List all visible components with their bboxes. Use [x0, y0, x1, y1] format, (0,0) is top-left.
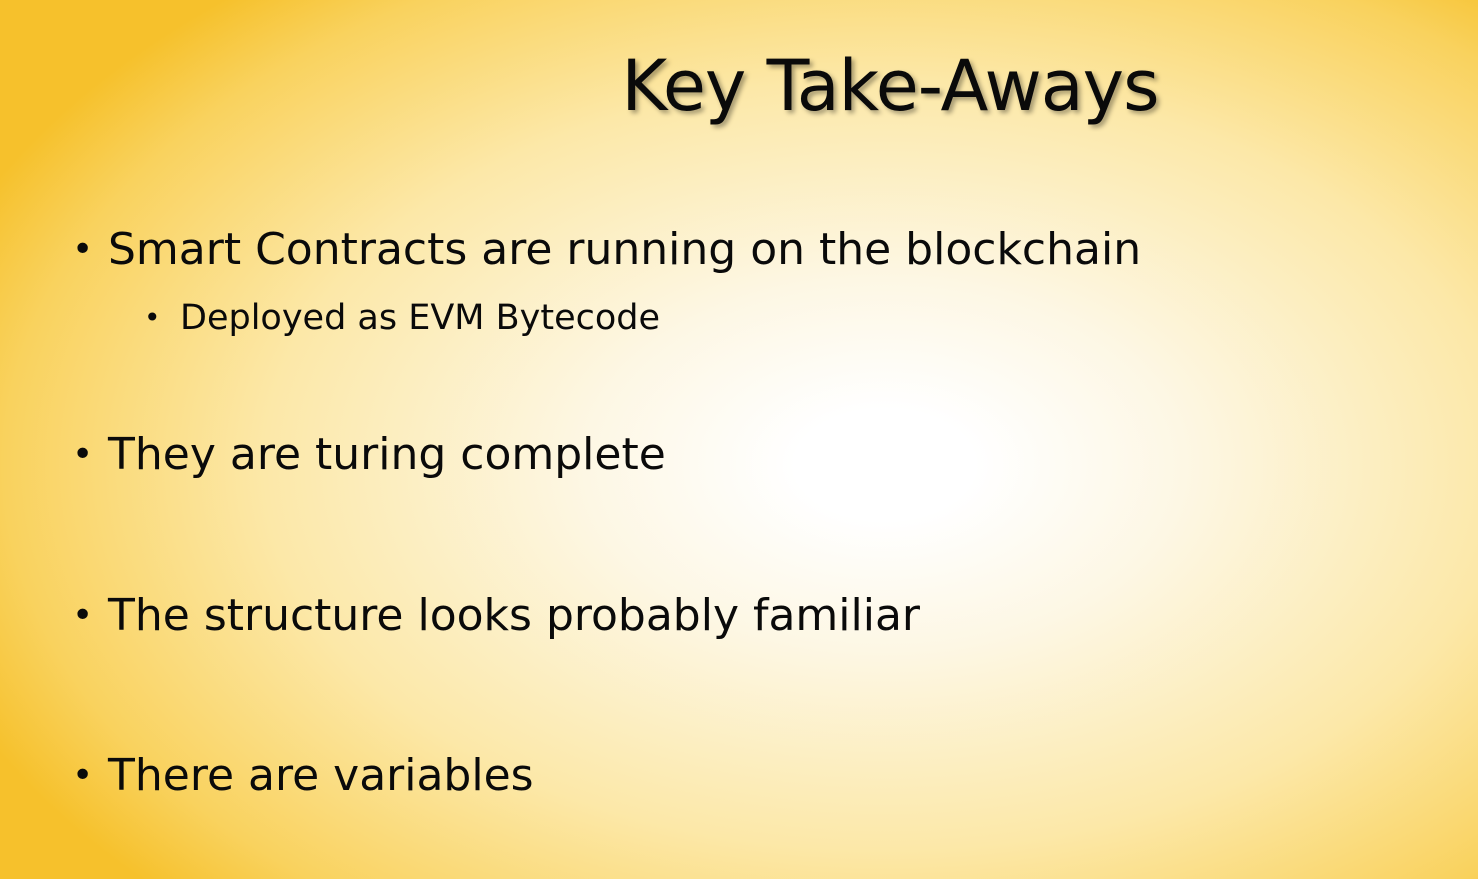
bullet-dot-icon: •: [72, 229, 94, 270]
slide-title: Key Take-Aways: [621, 45, 1159, 127]
bullet-dot-icon: •: [72, 755, 94, 796]
sub-bullet-dot-icon: •: [144, 301, 161, 334]
bullet-text: There are variables: [108, 750, 534, 801]
slide: Key Take-Aways • Smart Contracts are run…: [0, 0, 1478, 879]
bullet-text: They are turing complete: [108, 429, 666, 480]
bullet-dot-icon: •: [72, 595, 94, 636]
sub-bullet-item: • Deployed as EVM Bytecode: [144, 296, 660, 340]
bullet-item: • They are turing complete: [72, 427, 666, 483]
bullet-item: • There are variables: [72, 748, 534, 804]
bullet-text: The structure looks probably familiar: [108, 590, 921, 641]
bullet-item: • Smart Contracts are running on the blo…: [72, 222, 1141, 278]
bullet-item: • The structure looks probably familiar: [72, 588, 920, 644]
bullet-text: Smart Contracts are running on the block…: [108, 224, 1142, 275]
bullet-dot-icon: •: [72, 434, 94, 475]
sub-bullet-text: Deployed as EVM Bytecode: [180, 298, 661, 338]
